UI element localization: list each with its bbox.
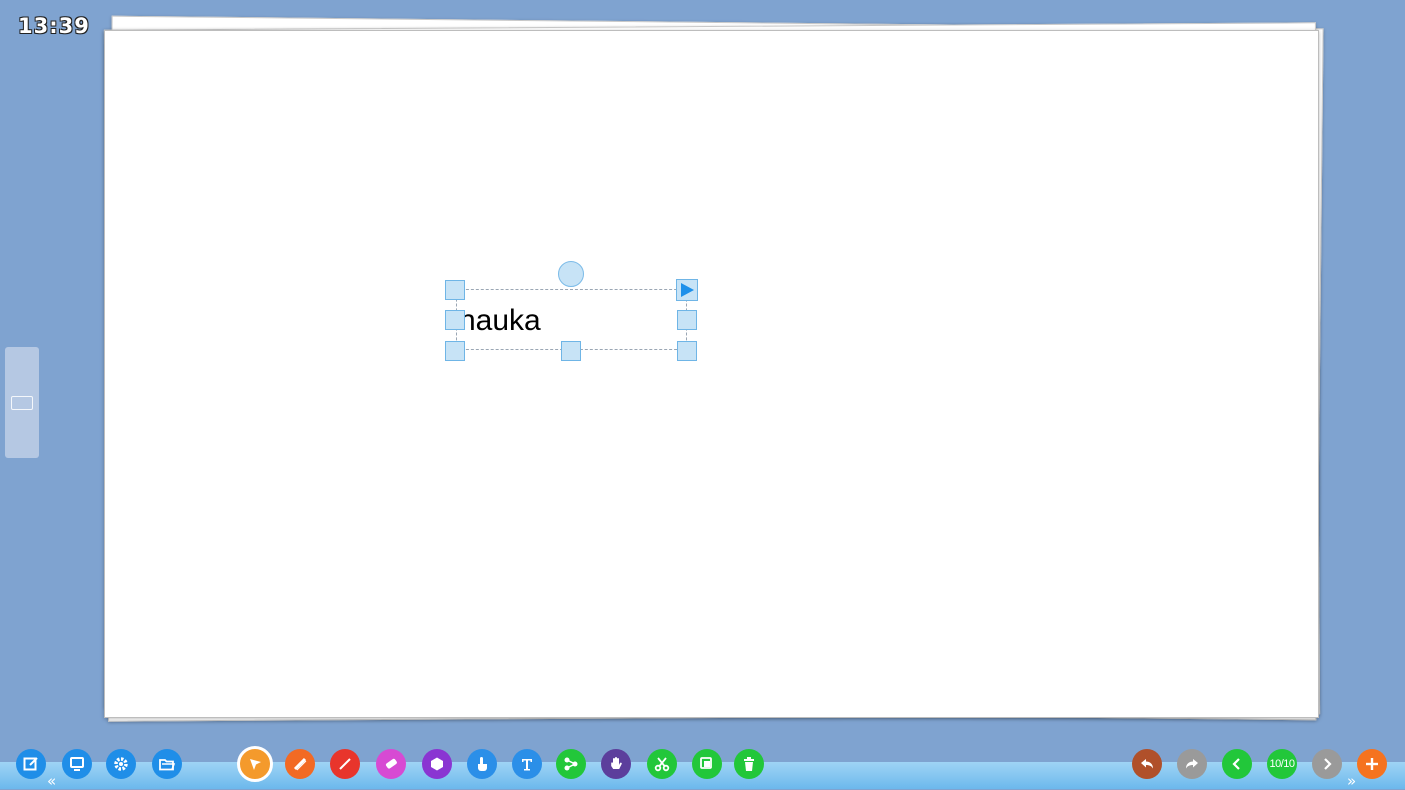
side-panel-tab[interactable]: [5, 347, 39, 458]
shape-tool-button[interactable]: [422, 749, 452, 779]
prev-page-icon: [1232, 758, 1240, 770]
line-icon: [339, 758, 351, 770]
resize-handle-bottom-left[interactable]: [445, 341, 465, 361]
page-indicator[interactable]: 10/10: [1267, 749, 1297, 779]
pencil-icon: [293, 757, 307, 771]
resize-handle-middle-right[interactable]: [677, 310, 697, 330]
redo-button[interactable]: [1177, 749, 1207, 779]
select-arrow-icon: [250, 759, 261, 770]
screen-icon: [70, 757, 84, 771]
resize-handle-middle-left[interactable]: [445, 310, 465, 330]
hand-tool-button[interactable]: [601, 749, 631, 779]
trash-icon: [744, 757, 754, 771]
mindmap-tool-button[interactable]: [556, 749, 586, 779]
collapse-left-icon[interactable]: «: [47, 774, 56, 789]
edit-button[interactable]: [16, 749, 46, 779]
settings-button[interactable]: [106, 749, 136, 779]
resize-handle-top-left[interactable]: [445, 280, 465, 300]
selected-text-object[interactable]: nauka: [459, 304, 541, 338]
text-tool-button[interactable]: [512, 749, 542, 779]
undo-button[interactable]: [1132, 749, 1162, 779]
add-page-button[interactable]: [1357, 749, 1387, 779]
line-tool-button[interactable]: [330, 749, 360, 779]
edit-icon: [23, 757, 38, 771]
next-page-button[interactable]: [1312, 749, 1342, 779]
touch-finger-icon: [478, 757, 487, 771]
delete-tool-button[interactable]: [734, 749, 764, 779]
touch-tool-button[interactable]: [467, 749, 497, 779]
play-arrow-icon: [681, 283, 694, 297]
select-tool-button[interactable]: [237, 746, 273, 782]
scissors-icon: [654, 757, 670, 772]
object-menu-arrow[interactable]: [676, 279, 698, 301]
pen-tool-button[interactable]: [285, 749, 315, 779]
folder-open-icon: [159, 759, 176, 771]
undo-icon: [1141, 759, 1153, 769]
page-number-label: 10/10: [1269, 758, 1295, 770]
open-file-button[interactable]: [152, 749, 182, 779]
text-icon: [522, 759, 532, 771]
redo-icon: [1186, 759, 1198, 769]
resize-handle-bottom-right[interactable]: [677, 341, 697, 361]
next-page-icon: [1324, 758, 1332, 770]
copy-tool-button[interactable]: [692, 749, 722, 779]
rotate-handle[interactable]: [558, 261, 584, 287]
copy-icon: [700, 757, 712, 769]
scissors-tool-button[interactable]: [647, 749, 677, 779]
add-page-icon: [1366, 758, 1378, 770]
hexagon-icon: [431, 757, 443, 771]
whiteboard-paper-stack: [100, 15, 1324, 722]
clock: 13:39: [18, 14, 90, 38]
panel-toggle-icon: [11, 396, 33, 410]
resize-handle-bottom-middle[interactable]: [561, 341, 581, 361]
gear-icon: [114, 757, 128, 771]
collapse-right-icon[interactable]: »: [1347, 774, 1356, 789]
mindmap-icon: [564, 757, 578, 771]
screen-button[interactable]: [62, 749, 92, 779]
eraser-tool-button[interactable]: [376, 749, 406, 779]
previous-page-button[interactable]: [1222, 749, 1252, 779]
whiteboard-canvas[interactable]: [104, 30, 1319, 718]
eraser-icon: [385, 758, 397, 769]
hand-icon: [611, 757, 622, 769]
